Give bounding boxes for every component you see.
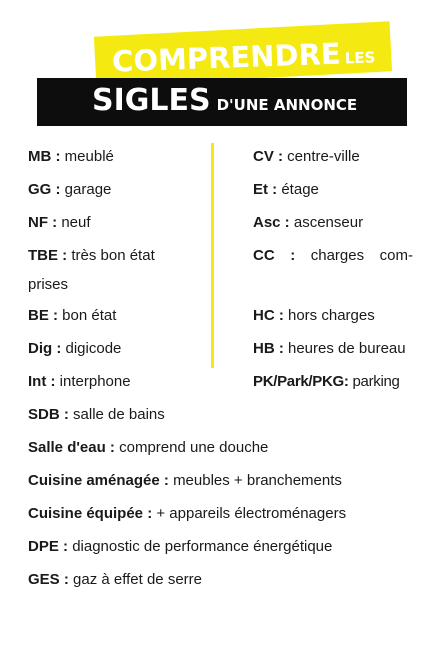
glossary-entry-gg: GG : garage xyxy=(28,181,112,198)
glossary-entry-dpe: DPE : diagnostic de performance énergéti… xyxy=(28,538,333,555)
glossary-entry-et: Et : étage xyxy=(253,181,319,198)
glossary-entry-int: Int : interphone xyxy=(28,373,131,390)
glossary-entry-cc: CC : charges com- xyxy=(253,247,413,264)
glossary-entry-tbe-continued: prises xyxy=(28,276,69,293)
title-word-les: LES xyxy=(344,48,376,68)
glossary-entry-mb: MB : meublé xyxy=(28,148,114,165)
title-words-annonce: D'UNE ANNONCE xyxy=(216,96,358,114)
glossary-entry-dig: Dig : digicode xyxy=(28,340,122,357)
glossary-entry-salle-deau: Salle d'eau : comprend une douche xyxy=(28,439,269,456)
glossary-entry-asc: Asc : ascenseur xyxy=(253,214,364,231)
glossary-entry-ges: GES : gaz à effet de serre xyxy=(28,571,202,588)
glossary-entry-be: BE : bon état xyxy=(28,307,117,324)
title-word-sigles: SIGLES xyxy=(92,83,211,118)
glossary-entry-sdb: SDB : salle de bains xyxy=(28,406,165,423)
column-divider xyxy=(211,143,214,368)
glossary-entry-hc: HC : hors charges xyxy=(253,307,375,324)
glossary-entry-hb: HB : heures de bureau xyxy=(253,340,406,357)
title-line-2: SIGLES D'UNE ANNONCE xyxy=(92,83,357,118)
glossary-entry-cuisine-equipee: Cuisine équipée : + appareils électromén… xyxy=(28,505,347,522)
glossary-entry-cuisine-amenagee: Cuisine aménagée : meubles + branchement… xyxy=(28,472,342,489)
glossary-entry-pk: PK/Park/PKG: parking xyxy=(253,373,400,390)
glossary-entry-nf: NF : neuf xyxy=(28,214,91,231)
glossary-entry-cv: CV : centre-ville xyxy=(253,148,360,165)
